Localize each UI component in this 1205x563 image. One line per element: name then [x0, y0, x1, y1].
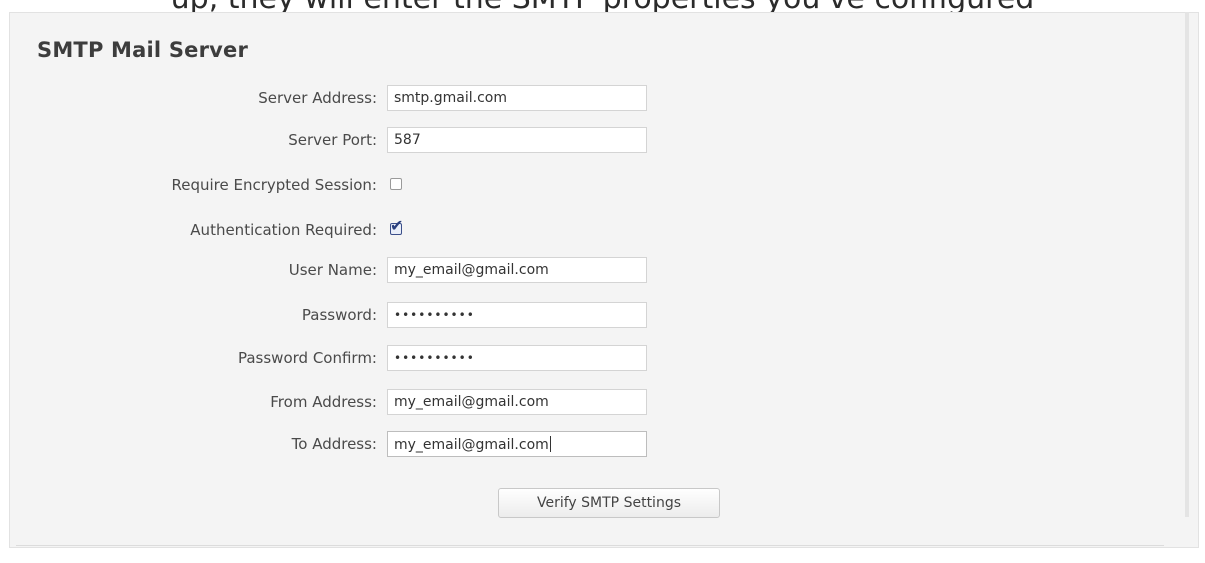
section-title: SMTP Mail Server	[37, 38, 249, 62]
from-address-input[interactable]: my_email@gmail.com	[387, 389, 647, 415]
server-address-input[interactable]: smtp.gmail.com	[387, 85, 647, 111]
password-label: Password:	[301, 306, 377, 324]
require-encrypted-row: Require Encrypted Session:	[0, 172, 700, 200]
server-address-row: Server Address: smtp.gmail.com	[0, 85, 700, 113]
auth-required-row: Authentication Required: ✔	[0, 217, 700, 245]
server-port-input[interactable]: 587	[387, 127, 647, 153]
server-address-label: Server Address:	[258, 89, 377, 107]
user-name-input[interactable]: my_email@gmail.com	[387, 257, 647, 283]
server-port-row: Server Port: 587	[0, 127, 700, 155]
password-row: Password: ••••••••••	[0, 302, 700, 330]
require-encrypted-checkbox[interactable]	[390, 178, 402, 190]
password-confirm-label: Password Confirm:	[237, 349, 377, 367]
to-address-row: To Address: my_email@gmail.com	[0, 431, 700, 459]
user-name-label: User Name:	[288, 261, 377, 279]
require-encrypted-label: Require Encrypted Session:	[171, 176, 378, 194]
verify-smtp-settings-button[interactable]: Verify SMTP Settings	[498, 488, 720, 518]
password-input[interactable]: ••••••••••	[387, 302, 647, 328]
server-port-label: Server Port:	[288, 131, 377, 149]
password-confirm-row: Password Confirm: ••••••••••	[0, 345, 700, 373]
checkmark-icon: ✔	[390, 216, 404, 235]
text-caret	[549, 436, 551, 452]
panel-right-border	[1185, 12, 1189, 517]
page: up, they will enter the SMTP properties …	[0, 0, 1205, 563]
user-name-row: User Name: my_email@gmail.com	[0, 257, 700, 285]
to-address-input[interactable]: my_email@gmail.com	[387, 431, 647, 457]
to-address-value: my_email@gmail.com	[394, 437, 549, 453]
auth-required-label: Authentication Required:	[190, 221, 377, 239]
to-address-label: To Address:	[291, 435, 377, 453]
from-address-row: From Address: my_email@gmail.com	[0, 389, 700, 417]
panel-bottom-divider	[16, 545, 1164, 546]
password-confirm-input[interactable]: ••••••••••	[387, 345, 647, 371]
from-address-label: From Address:	[270, 393, 377, 411]
auth-required-checkbox[interactable]: ✔	[390, 218, 403, 235]
